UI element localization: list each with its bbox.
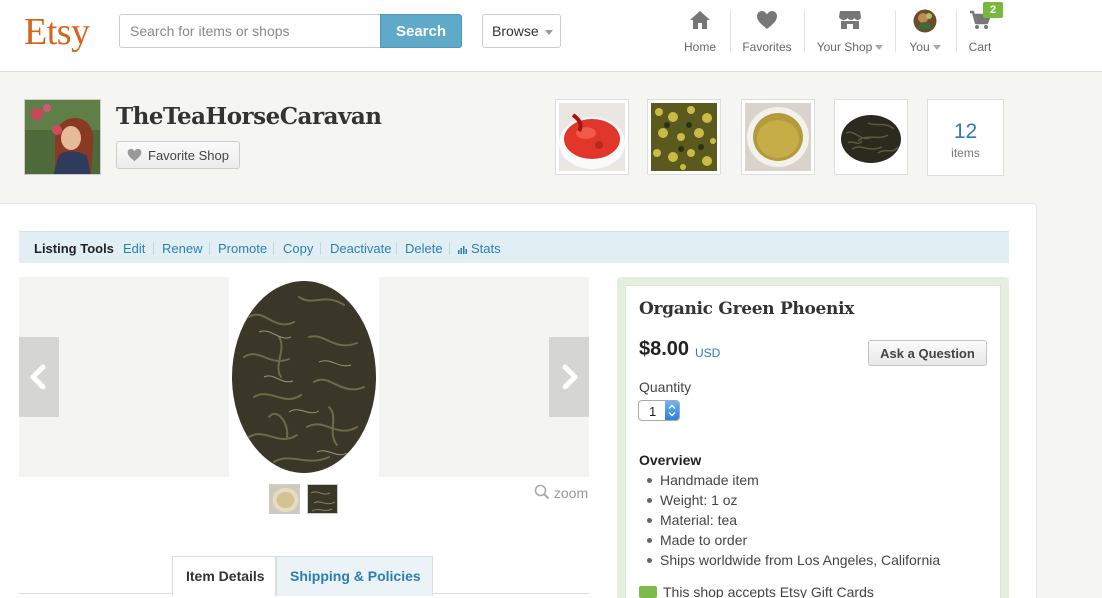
listing-tools-bar: Listing Tools Edit Renew Promote Copy De…	[19, 231, 1009, 263]
chevron-down-icon	[545, 30, 553, 35]
etsy-logo[interactable]: Etsy	[24, 10, 90, 54]
home-icon	[690, 11, 710, 29]
quantity-value: 1	[649, 404, 657, 419]
nav-you-label: You	[902, 40, 948, 54]
next-image-button[interactable]	[549, 337, 589, 417]
tab-shipping-policies[interactable]: Shipping & Policies	[276, 556, 433, 596]
nav-divider	[730, 10, 731, 52]
shop-avatar[interactable]	[24, 99, 101, 175]
cart-count-badge: 2	[983, 2, 1003, 18]
image-thumbnail[interactable]	[307, 484, 338, 514]
bar-chart-icon	[458, 246, 467, 254]
tool-divider	[209, 242, 210, 255]
previous-image-button[interactable]	[19, 337, 59, 417]
zoom-link[interactable]: zoom	[534, 484, 588, 501]
main-listing-image[interactable]	[229, 277, 379, 477]
loose-leaf-tea-image	[838, 103, 904, 171]
overview-list: Handmade item Weight: 1 oz Material: tea…	[646, 471, 940, 571]
magnifier-icon	[534, 484, 550, 500]
overview-item: Material: tea	[646, 511, 940, 531]
overview-item: Made to order	[646, 531, 940, 551]
heart-icon	[757, 11, 777, 29]
brewed-tea-image	[745, 103, 811, 171]
shop-items-count[interactable]: 12 items	[927, 99, 1004, 176]
ask-question-button[interactable]: Ask a Question	[868, 340, 987, 366]
stats-label: Stats	[471, 241, 501, 256]
favorite-shop-button[interactable]: Favorite Shop	[116, 141, 240, 169]
tool-divider	[273, 242, 274, 255]
nav-home[interactable]: Home	[674, 0, 726, 62]
nav-your-shop[interactable]: Your Shop	[812, 0, 888, 62]
shop-avatar-image	[25, 100, 100, 174]
edit-link[interactable]: Edit	[123, 241, 145, 256]
promote-link[interactable]: Promote	[218, 241, 267, 256]
loose-leaf-tea-photo	[229, 277, 379, 477]
you-text: You	[909, 40, 930, 54]
chevron-left-icon	[30, 364, 46, 390]
listing-title: Organic Green Phoenix	[639, 299, 855, 319]
image-thumbnail[interactable]	[269, 484, 300, 514]
gift-card-notice: This shop accepts Etsy Gift Cards	[639, 584, 874, 598]
browse-button[interactable]: Browse	[482, 14, 561, 48]
tool-divider	[153, 242, 154, 255]
site-header: Etsy Search Browse Home Favorites Your S…	[0, 0, 1102, 72]
overview-item: Weight: 1 oz	[646, 491, 940, 511]
heart-icon	[127, 148, 142, 162]
tool-divider	[449, 242, 450, 255]
tab-item-details[interactable]: Item Details	[172, 556, 276, 596]
loose-leaf-thumbnail	[308, 485, 337, 513]
tool-divider	[320, 242, 321, 255]
items-count-value: 12	[953, 120, 978, 143]
nav-favorites[interactable]: Favorites	[737, 0, 797, 62]
quantity-label: Quantity	[639, 379, 692, 395]
chevron-down-icon	[932, 45, 941, 50]
chevron-down-icon	[875, 45, 884, 50]
user-avatar-icon	[913, 9, 937, 33]
quantity-select[interactable]: 1	[638, 400, 680, 421]
currency-label[interactable]: USD	[695, 346, 720, 360]
overview-item: Handmade item	[646, 471, 940, 491]
shop-item-thumbnail[interactable]	[555, 99, 629, 175]
nav-divider	[804, 10, 805, 52]
nav-divider	[956, 10, 957, 52]
overview-item: Ships worldwide from Los Angeles, Califo…	[646, 551, 940, 571]
stats-link[interactable]: Stats	[458, 241, 501, 256]
tea-cup-image	[559, 103, 625, 171]
nav-cart-label: Cart	[968, 40, 992, 54]
nav-home-label: Home	[683, 40, 716, 54]
nav-favorites-label: Favorites	[742, 40, 792, 54]
dried-flower-tea-image	[651, 103, 717, 171]
nav-divider	[895, 10, 896, 52]
tool-divider	[396, 242, 397, 255]
zoom-label: zoom	[553, 485, 589, 501]
brewed-tea-thumbnail	[270, 485, 299, 513]
search-input[interactable]	[119, 14, 381, 48]
gift-card-text: This shop accepts Etsy Gift Cards	[663, 584, 874, 598]
nav-you[interactable]: You	[902, 0, 948, 62]
shop-item-thumbnail[interactable]	[834, 99, 908, 175]
delete-link[interactable]: Delete	[405, 241, 443, 256]
deactivate-link[interactable]: Deactivate	[330, 241, 391, 256]
browse-label: Browse	[492, 23, 539, 39]
nav-your-shop-label: Your Shop	[812, 40, 888, 54]
favorite-shop-label: Favorite Shop	[148, 147, 229, 163]
renew-link[interactable]: Renew	[162, 241, 202, 256]
copy-link[interactable]: Copy	[283, 241, 313, 256]
gift-card-icon	[639, 586, 657, 598]
listing-tools-title: Listing Tools	[34, 241, 114, 256]
select-arrows-icon	[665, 401, 679, 420]
chevron-right-icon	[562, 364, 578, 390]
overview-heading: Overview	[639, 452, 702, 468]
search-button[interactable]: Search	[380, 14, 462, 48]
storefront-icon	[839, 11, 861, 29]
shop-item-thumbnail[interactable]	[741, 99, 815, 175]
listing-price: $8.00	[639, 338, 690, 360]
items-count-label: items	[951, 146, 980, 160]
shop-item-thumbnail[interactable]	[647, 99, 721, 175]
your-shop-text: Your Shop	[816, 40, 873, 54]
shop-name[interactable]: TheTeaHorseCaravan	[116, 103, 382, 130]
